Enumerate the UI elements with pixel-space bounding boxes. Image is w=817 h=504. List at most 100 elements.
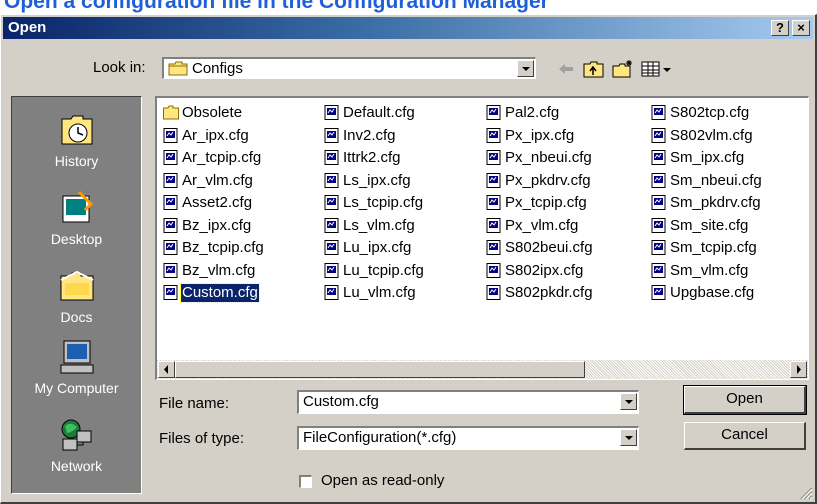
cfg-file-icon xyxy=(651,172,666,188)
cfg-file-icon xyxy=(651,262,666,278)
horizontal-scrollbar[interactable] xyxy=(157,360,808,379)
cfg-file-icon xyxy=(324,285,339,300)
help-button[interactable]: ? xyxy=(771,20,789,36)
file-item-name: Ls_vlm.cfg xyxy=(343,216,415,234)
place-history[interactable]: History xyxy=(12,110,141,169)
cfg-file-icon xyxy=(163,262,178,278)
back-icon[interactable] xyxy=(556,59,576,79)
file-type-label: Files of type: xyxy=(159,430,245,447)
up-folder-icon[interactable] xyxy=(583,59,605,79)
cfg-file-icon xyxy=(486,217,501,233)
open-button[interactable]: Open xyxy=(683,385,807,415)
cfg-file-icon xyxy=(486,150,501,165)
cfg-file-icon xyxy=(163,195,178,210)
file-item-name: Ls_ipx.cfg xyxy=(343,171,411,189)
file-item-name: S802ipx.cfg xyxy=(505,261,584,279)
file-item-name: Ittrk2.cfg xyxy=(343,149,401,166)
cfg-file-icon xyxy=(651,195,666,210)
place-label: Network xyxy=(50,458,103,474)
look-in-dropdown-button[interactable] xyxy=(517,60,534,77)
scroll-thumb[interactable] xyxy=(175,361,585,378)
file-item-name: Bz_vlm.cfg xyxy=(182,261,256,279)
folder-icon xyxy=(168,61,188,76)
cfg-file-icon xyxy=(163,240,178,255)
read-only-label[interactable]: Open as read-only xyxy=(321,472,444,490)
file-item-name: Sm_ipx.cfg xyxy=(670,149,745,166)
cfg-file-icon xyxy=(486,127,501,143)
scroll-left-button[interactable] xyxy=(158,361,175,378)
place-my-computer[interactable]: My Computer xyxy=(12,337,141,396)
place-label: Docs xyxy=(60,309,93,325)
file-item-name: Bz_tcpip.cfg xyxy=(182,239,264,256)
scroll-right-button[interactable] xyxy=(790,361,807,378)
look-in-dropdown[interactable]: Configs xyxy=(162,57,536,79)
file-item-name: Asset2.cfg xyxy=(182,194,253,211)
file-item-name: Px_pkdrv.cfg xyxy=(505,171,591,189)
file-name-dropdown-button[interactable] xyxy=(620,393,637,410)
file-type-dropdown-button[interactable] xyxy=(620,429,637,446)
cfg-file-icon xyxy=(324,105,339,120)
place-label: My Computer xyxy=(34,380,119,396)
place-desktop[interactable]: Desktop xyxy=(12,188,141,247)
file-item-name: Default.cfg xyxy=(343,104,415,121)
file-item-name: Upgbase.cfg xyxy=(670,284,755,301)
view-menu-icon[interactable] xyxy=(641,59,673,79)
file-item-name: Px_tcpip.cfg xyxy=(505,194,587,211)
file-item-name: Ar_vlm.cfg xyxy=(182,171,253,189)
file-item-name: S802beui.cfg xyxy=(505,239,593,256)
cfg-file-icon xyxy=(163,217,178,233)
cfg-file-icon xyxy=(651,105,666,120)
places-bar: History Desktop Docs My Computer Network xyxy=(11,96,142,494)
cfg-file-icon xyxy=(163,150,178,165)
background-caption-text: Open a configuration file in the Configu… xyxy=(4,0,549,13)
cfg-file-icon xyxy=(651,217,666,233)
cfg-file-icon xyxy=(324,127,339,143)
place-network[interactable]: Network xyxy=(12,415,141,474)
look-in-label: Look in: xyxy=(93,59,146,76)
cfg-file-icon xyxy=(324,217,339,233)
file-item-name: Sm_nbeui.cfg xyxy=(670,171,762,189)
arrow-right-icon xyxy=(797,365,801,374)
cancel-button[interactable]: Cancel xyxy=(684,422,806,450)
cfg-file-icon xyxy=(163,172,178,188)
cfg-file-icon xyxy=(163,285,178,300)
file-item-name: Px_nbeui.cfg xyxy=(505,149,592,166)
look-in-value: Configs xyxy=(192,60,243,77)
new-folder-icon[interactable] xyxy=(612,59,634,79)
cfg-file-icon xyxy=(324,262,339,278)
file-list[interactable]: Obsolete Ar_ipx.cfg Ar_tcpip.cfg Ar_vlm.cfg… xyxy=(155,96,809,380)
folder-icon xyxy=(163,105,179,120)
file-item-name: Sm_tcpip.cfg xyxy=(670,239,757,256)
cfg-file-icon xyxy=(324,172,339,188)
file-item-name: S802vlm.cfg xyxy=(670,126,753,144)
read-only-checkbox[interactable] xyxy=(299,475,312,488)
place-label: Desktop xyxy=(50,231,103,247)
cfg-file-icon xyxy=(651,285,666,300)
file-item-name: Lu_tcpip.cfg xyxy=(343,261,424,279)
cfg-file-icon xyxy=(324,195,339,210)
cfg-file-icon xyxy=(486,285,501,300)
file-name-input[interactable]: Custom.cfg xyxy=(297,390,639,414)
file-item-name: Ar_tcpip.cfg xyxy=(182,149,262,166)
file-item-name: S802pkdr.cfg xyxy=(505,284,593,301)
file-item-name: Sm_vlm.cfg xyxy=(670,261,749,279)
close-button[interactable]: × xyxy=(792,20,810,36)
cfg-file-icon xyxy=(486,172,501,188)
file-type-select[interactable]: FileConfiguration(*.cfg) xyxy=(297,426,639,450)
file-item-name: S802tcp.cfg xyxy=(670,104,750,121)
cfg-file-icon xyxy=(324,150,339,165)
file-item-name: Ar_ipx.cfg xyxy=(182,126,249,144)
cfg-file-icon xyxy=(651,127,666,143)
cfg-file-icon xyxy=(651,240,666,255)
file-item-name: Lu_ipx.cfg xyxy=(343,239,412,256)
history-icon xyxy=(61,115,92,145)
cfg-file-icon xyxy=(163,127,178,143)
my-computer-icon xyxy=(60,340,93,374)
open-dialog: Open ? × Look in: Configs History Deskto… xyxy=(0,14,817,504)
place-docs[interactable]: Docs xyxy=(12,266,141,325)
title-bar[interactable]: Open ? × xyxy=(3,17,813,39)
cfg-file-icon xyxy=(486,105,501,120)
resize-grip-icon[interactable] xyxy=(799,486,813,500)
file-item-name: Pal2.cfg xyxy=(505,104,560,121)
file-item-name: Ls_tcpip.cfg xyxy=(343,194,424,211)
